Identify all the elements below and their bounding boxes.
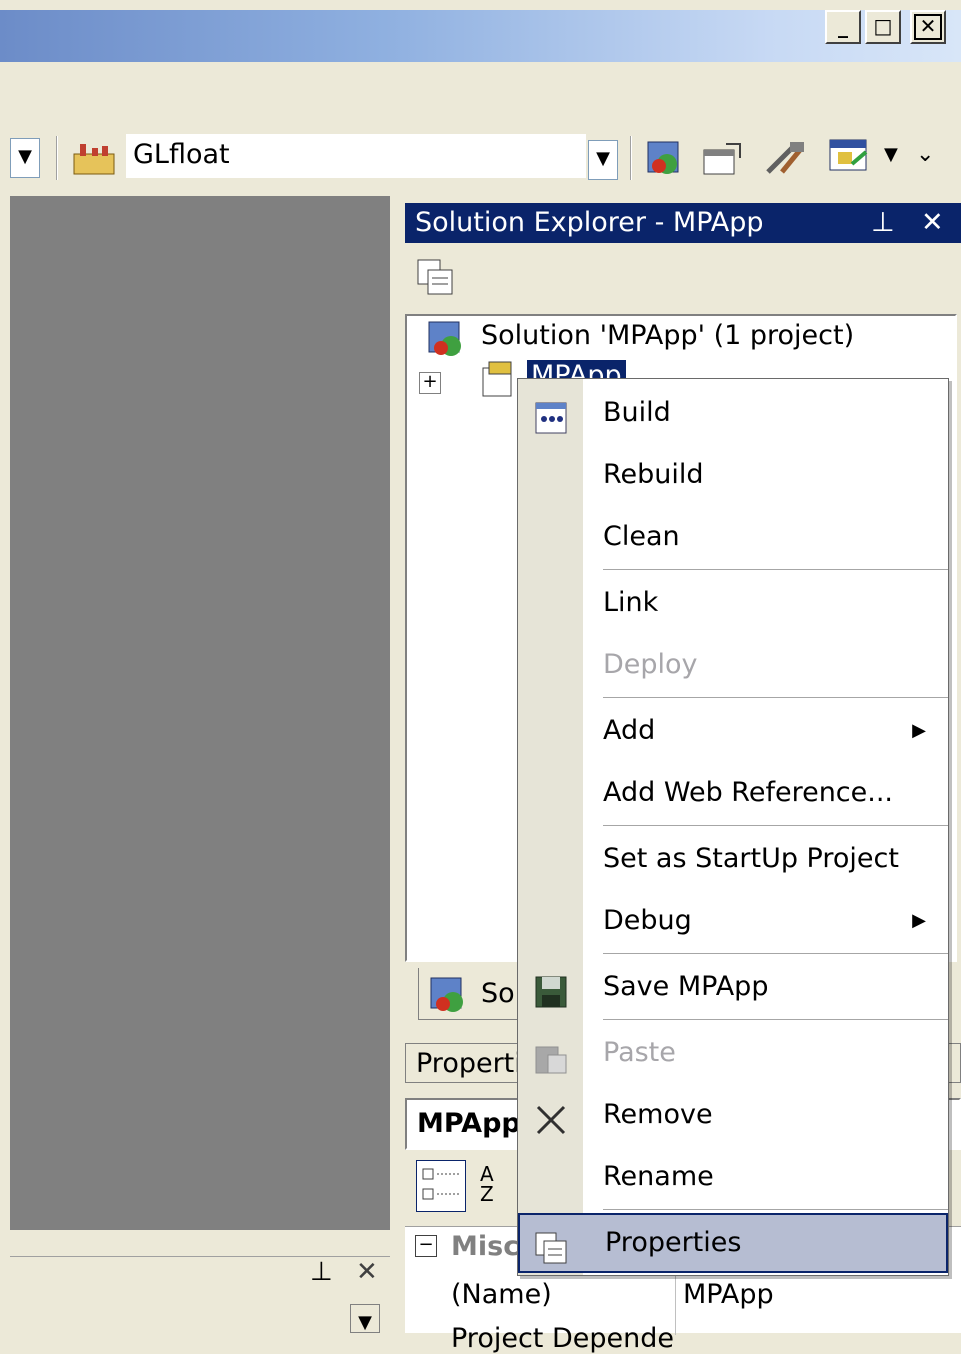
- menu-item-set-startup[interactable]: Set as StartUp Project: [518, 829, 948, 889]
- output-dropdown-button[interactable]: ▼: [350, 1304, 380, 1333]
- grid-divider: [675, 1275, 676, 1335]
- menu-item-add-web-reference[interactable]: Add Web Reference...: [518, 763, 948, 823]
- property-name[interactable]: Project Depende: [451, 1323, 674, 1354]
- toolbox-icon[interactable]: [762, 138, 810, 178]
- menu-item-label: Add Web Reference...: [603, 777, 894, 808]
- menu-item-label: Build: [603, 397, 671, 428]
- toolbar: ▼ GLfloat ▼ ▼ ⌄: [0, 126, 961, 188]
- properties-title: Properti: [416, 1048, 522, 1079]
- save-icon: [534, 971, 568, 1008]
- menu-item-clean[interactable]: Clean: [518, 507, 948, 567]
- paste-icon: [534, 1037, 568, 1074]
- menu-item-rename[interactable]: Rename: [518, 1147, 948, 1207]
- menu-item-deploy[interactable]: Deploy: [518, 635, 948, 695]
- remove-icon: [534, 1099, 568, 1135]
- solution-config-icon: [72, 140, 118, 176]
- menu-item-properties[interactable]: Properties: [518, 1213, 948, 1273]
- menu-item-label: Clean: [603, 521, 680, 552]
- context-menu: Build Rebuild Clean Link Deploy Add ▶ Ad…: [517, 378, 949, 1276]
- close-button[interactable]: ✕: [910, 10, 946, 44]
- menu-separator: [603, 697, 948, 699]
- menu-item-label: Deploy: [603, 649, 698, 680]
- minimize-icon: _: [838, 14, 848, 38]
- menu-separator: [603, 1019, 948, 1021]
- left-combo-dropdown-button[interactable]: ▼: [10, 138, 40, 178]
- menu-item-label: Paste: [603, 1037, 676, 1068]
- output-panel-header: ⊥ ✕: [10, 1256, 390, 1296]
- menu-item-remove[interactable]: Remove: [518, 1085, 948, 1145]
- menu-item-label: Properties: [605, 1227, 742, 1258]
- menu-item-label: Add: [603, 715, 656, 746]
- menu-separator: [603, 1209, 948, 1211]
- menu-item-paste[interactable]: Paste: [518, 1023, 948, 1083]
- solution-config-dropdown-button[interactable]: ▼: [588, 140, 618, 180]
- maximize-icon: □: [873, 14, 893, 38]
- properties-object-label: MPApp: [417, 1108, 521, 1139]
- build-icon: [534, 397, 568, 434]
- project-icon: [479, 360, 519, 400]
- menu-separator: [603, 825, 948, 827]
- title-bar: [0, 10, 961, 62]
- menu-separator: [603, 569, 948, 571]
- property-value[interactable]: MPApp: [683, 1279, 774, 1310]
- toolbar-options-chevron-icon[interactable]: ⌄: [916, 142, 934, 167]
- property-name[interactable]: (Name): [451, 1279, 552, 1310]
- menu-separator: [603, 953, 948, 955]
- class-view-icon[interactable]: [826, 136, 876, 176]
- tab-label: Sol: [481, 978, 523, 1009]
- solution-config-field[interactable]: GLfloat: [126, 134, 586, 178]
- editor-area: [10, 196, 390, 1230]
- solution-explorer-title: Solution Explorer - MPApp: [415, 207, 764, 238]
- pin-icon[interactable]: ⊥: [310, 1257, 333, 1287]
- submenu-arrow-icon: ▶: [912, 910, 926, 931]
- menu-item-debug[interactable]: Debug ▶: [518, 891, 948, 951]
- properties-small-icon[interactable]: [416, 258, 456, 298]
- solution-node-label[interactable]: Solution 'MPApp' (1 project): [481, 320, 854, 351]
- close-icon: ✕: [919, 14, 937, 38]
- solution-icon: [427, 320, 467, 360]
- menu-item-rebuild[interactable]: Rebuild: [518, 445, 948, 505]
- expand-icon[interactable]: +: [419, 372, 441, 394]
- menu-item-label: Debug: [603, 905, 692, 936]
- menu-item-label: Rebuild: [603, 459, 704, 490]
- toolbar-separator: [56, 136, 58, 180]
- menu-item-label: Save MPApp: [603, 971, 769, 1002]
- menu-item-add[interactable]: Add ▶: [518, 701, 948, 761]
- menu-item-label: Remove: [603, 1099, 713, 1130]
- solution-config-value: GLfloat: [133, 139, 230, 170]
- properties-toolbar-icon[interactable]: [700, 140, 744, 178]
- close-panel-icon[interactable]: ✕: [356, 1257, 378, 1287]
- solution-icon: [429, 976, 469, 1016]
- menu-item-build[interactable]: Build: [518, 383, 948, 443]
- alphabetical-icon[interactable]: AZ: [480, 1164, 520, 1210]
- close-icon[interactable]: ✕: [921, 203, 944, 243]
- menu-item-save[interactable]: Save MPApp: [518, 957, 948, 1017]
- categorized-button[interactable]: [416, 1160, 466, 1212]
- menu-item-label: Set as StartUp Project: [603, 843, 899, 874]
- menu-item-label: Rename: [603, 1161, 714, 1192]
- minimize-button[interactable]: _: [825, 10, 861, 44]
- menu-item-label: Link: [603, 587, 659, 618]
- maximize-button[interactable]: □: [865, 10, 901, 44]
- properties-category: Misc: [451, 1231, 520, 1262]
- pin-icon[interactable]: ⊥: [871, 203, 895, 243]
- properties-icon: [534, 1227, 568, 1264]
- submenu-arrow-icon: ▶: [912, 720, 926, 741]
- collapse-icon[interactable]: −: [415, 1235, 437, 1257]
- toolbar-overflow-dropdown[interactable]: ▼: [884, 144, 898, 165]
- toolbar-separator: [630, 136, 632, 180]
- solution-explorer-title-bar: Solution Explorer - MPApp ⊥ ✕: [405, 203, 961, 243]
- menu-item-link[interactable]: Link: [518, 573, 948, 633]
- solution-explorer-toolbar-icon[interactable]: [645, 140, 685, 178]
